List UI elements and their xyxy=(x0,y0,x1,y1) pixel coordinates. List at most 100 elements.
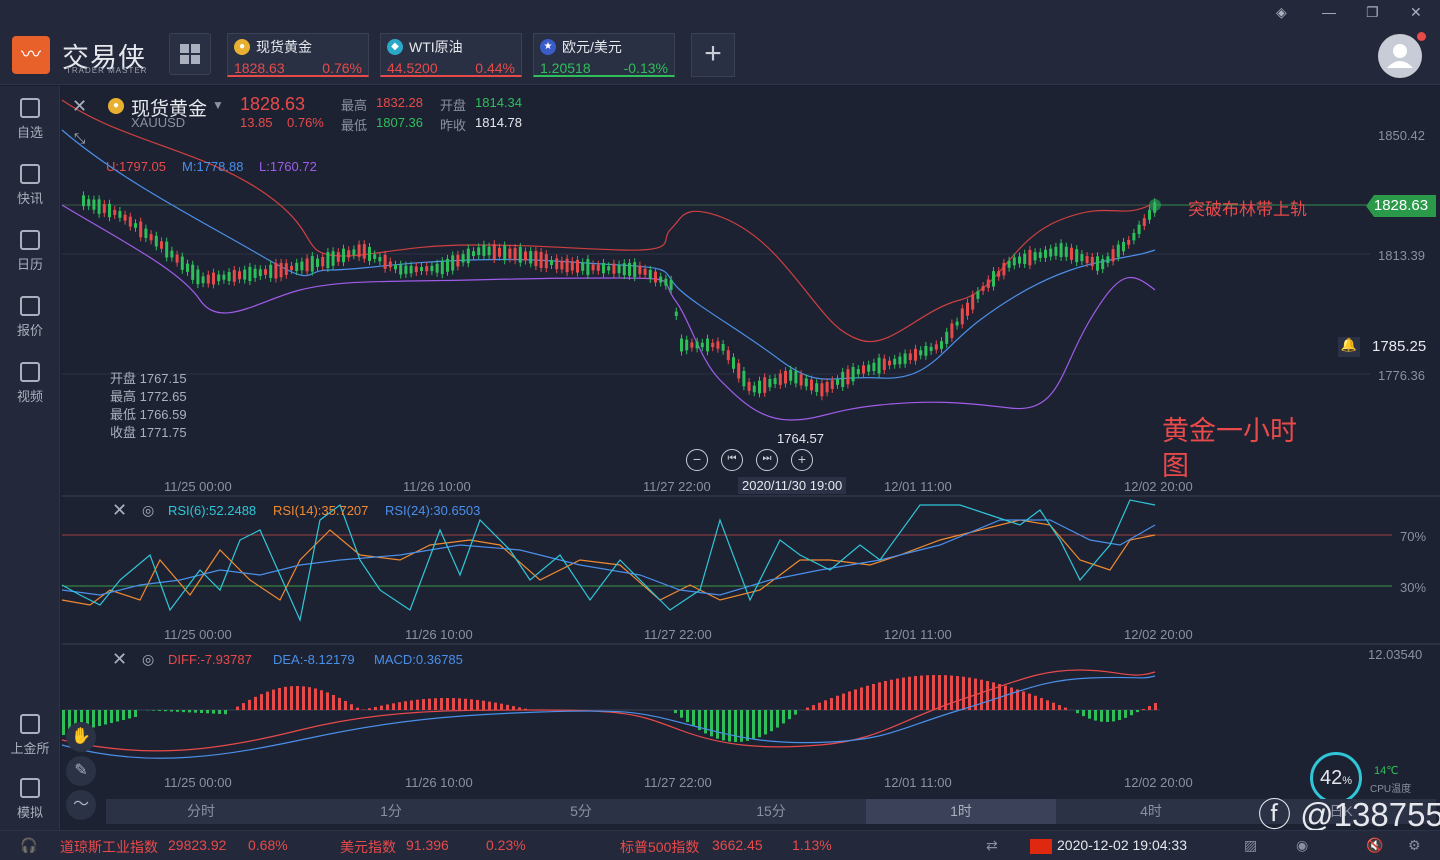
close-macd-icon[interactable]: ✕ xyxy=(112,649,127,670)
macd-bar xyxy=(950,675,953,710)
candle xyxy=(92,199,96,210)
period-tab-timeshare[interactable]: 分时 xyxy=(106,799,296,824)
skip-end-button[interactable]: ⏭ xyxy=(756,449,778,471)
candle xyxy=(576,259,579,273)
macd-bar xyxy=(908,676,911,710)
candle xyxy=(394,264,397,270)
candle xyxy=(638,265,642,275)
zoom-in-button[interactable]: + xyxy=(791,449,813,471)
headset-icon[interactable]: 🎧 xyxy=(20,837,37,854)
macd-bar xyxy=(1136,710,1139,713)
candle xyxy=(799,374,803,386)
candle xyxy=(160,241,163,249)
candle xyxy=(565,258,569,273)
mute-icon[interactable]: 🔇 xyxy=(1366,837,1383,854)
macd-bar xyxy=(512,706,515,710)
macd-bar xyxy=(1058,705,1061,710)
macd-bar xyxy=(914,676,917,710)
pen-tool-icon[interactable]: ✎ xyxy=(66,756,96,786)
ticker-value: 3662.45 xyxy=(712,837,763,853)
candle xyxy=(1132,232,1136,241)
macd-bar xyxy=(92,710,95,728)
skip-start-button[interactable]: ⏮ xyxy=(721,449,743,471)
candle xyxy=(1023,253,1027,265)
macd-bar xyxy=(830,698,833,710)
macd-bar xyxy=(248,699,251,710)
time-axis-label: 11/27 22:00 xyxy=(644,775,712,790)
ticker-name[interactable]: 美元指数 xyxy=(340,837,396,857)
macd-bar xyxy=(854,689,857,710)
macd-bar xyxy=(1034,695,1037,710)
screenshot-tool-icon[interactable]: ▨ xyxy=(1244,837,1257,854)
ohlc-open: 开盘 1767.15 xyxy=(110,371,187,386)
candle xyxy=(1064,246,1068,257)
low-label: 最低 xyxy=(341,118,368,133)
candle xyxy=(227,272,231,282)
macd-bar xyxy=(428,698,431,710)
candle xyxy=(357,244,361,257)
period-tab-1h[interactable]: 1时 xyxy=(866,799,1056,824)
candle xyxy=(830,380,834,389)
candle xyxy=(742,370,746,387)
macd-bar xyxy=(464,698,467,710)
candle xyxy=(222,274,226,280)
bell-icon[interactable]: 🔔 xyxy=(1338,337,1360,357)
candle xyxy=(648,269,652,279)
zoom-out-button[interactable]: − xyxy=(686,449,708,471)
macd-bar xyxy=(104,710,107,725)
candle xyxy=(118,210,122,218)
candle xyxy=(206,274,210,284)
period-tab-15m[interactable]: 15分 xyxy=(676,799,866,824)
settings-icon[interactable]: ◎ xyxy=(142,651,154,668)
ticker-name[interactable]: 标普500指数 xyxy=(620,837,699,857)
ticker-pct: 1.13% xyxy=(792,837,832,853)
macd-bar xyxy=(476,699,479,710)
macd-bar xyxy=(194,710,197,713)
macd-bar xyxy=(164,710,167,712)
candle xyxy=(123,214,127,221)
ticker-name[interactable]: 道琼斯工业指数 xyxy=(60,837,158,857)
period-tab-1m[interactable]: 1分 xyxy=(296,799,486,824)
macd-bar xyxy=(1052,702,1055,710)
candle xyxy=(820,383,824,397)
candle xyxy=(622,263,626,276)
close-chart-icon[interactable]: ✕ xyxy=(72,96,87,117)
ohlc-box: 开盘 1767.15 最高 1772.65 最低 1766.59 收盘 1771… xyxy=(110,370,187,442)
ticker-value: 91.396 xyxy=(406,837,449,853)
macd-bar xyxy=(374,706,377,710)
indicator-tool-icon[interactable]: 〜 xyxy=(66,790,96,820)
network-icon[interactable]: ⇄ xyxy=(986,837,998,854)
candle xyxy=(258,269,262,277)
candle xyxy=(804,378,808,387)
settings-icon[interactable]: ⚙ xyxy=(1408,837,1421,854)
ohlc-close: 收盘 1771.75 xyxy=(110,425,187,440)
settings-icon[interactable]: ◎ xyxy=(142,502,154,519)
collapse-icon[interactable]: ⤡ xyxy=(74,130,85,147)
candle xyxy=(685,339,689,351)
macd-bar xyxy=(884,680,887,710)
macd-bar xyxy=(314,688,317,710)
camera-icon[interactable]: ◉ xyxy=(1296,837,1308,854)
macd-bar xyxy=(992,682,995,710)
macd-bar xyxy=(1118,710,1121,721)
macd-bar xyxy=(1028,693,1031,710)
chevron-down-icon[interactable]: ▼ xyxy=(212,98,224,112)
macd-bar xyxy=(308,687,311,710)
hand-tool-icon[interactable]: ✋ xyxy=(66,722,96,752)
macd-bar xyxy=(962,676,965,710)
close-rsi-icon[interactable]: ✕ xyxy=(112,500,127,521)
macd-bar xyxy=(422,699,425,710)
rsi14-value: RSI(14):35.7207 xyxy=(273,503,369,518)
period-tab-4h[interactable]: 4时 xyxy=(1056,799,1246,824)
macd-bar xyxy=(458,698,461,710)
candle xyxy=(352,249,356,256)
macd-bar xyxy=(1124,710,1127,718)
candle xyxy=(128,216,132,227)
candle xyxy=(690,342,694,348)
macd-bar xyxy=(842,693,845,710)
annotation-title: 黄金一小时 xyxy=(1162,416,1297,446)
macd-value: MACD:0.36785 xyxy=(374,652,463,667)
period-tab-5m[interactable]: 5分 xyxy=(486,799,676,824)
macd-bar xyxy=(932,675,935,710)
candle xyxy=(149,234,153,241)
